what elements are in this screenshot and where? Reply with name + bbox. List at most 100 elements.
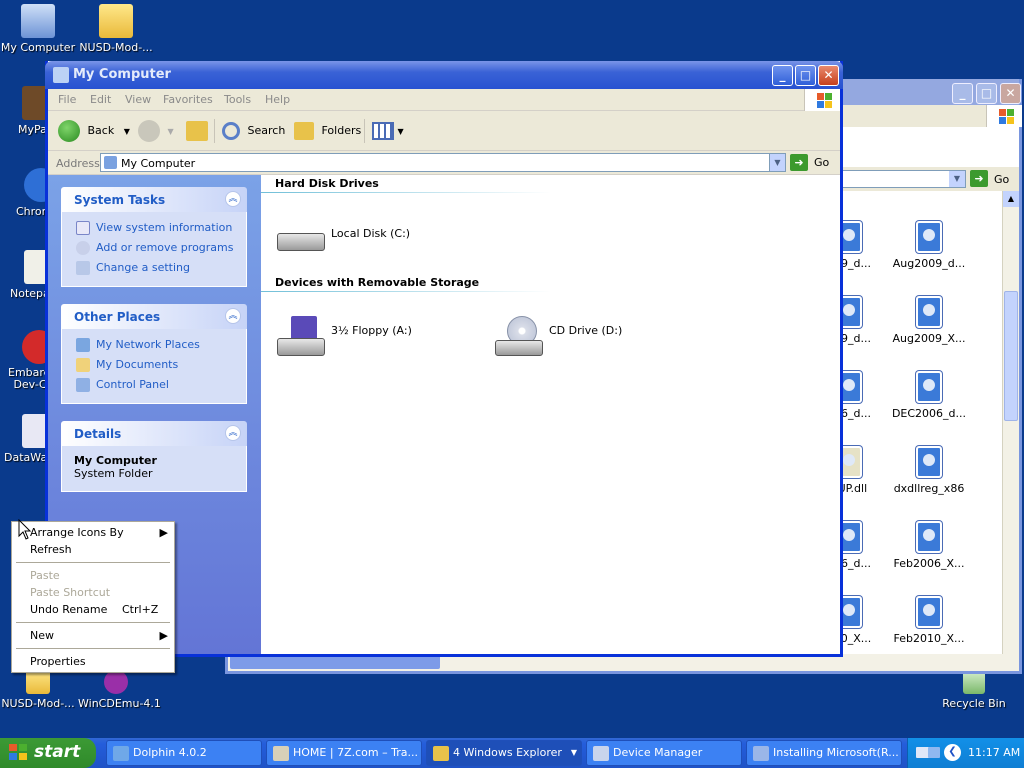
file-item[interactable]: Aug2009_X... bbox=[884, 296, 974, 345]
details-type: System Folder bbox=[74, 467, 153, 480]
up-folder-icon bbox=[186, 121, 208, 141]
minimize-button[interactable]: _ bbox=[772, 65, 793, 86]
menu-item-new[interactable]: New ▶ bbox=[12, 627, 174, 644]
taskbar-button-windows-explorer[interactable]: 4 Windows Explorer ▼ bbox=[426, 740, 582, 766]
menu-edit[interactable]: Edit bbox=[90, 93, 111, 106]
maximize-button[interactable]: □ bbox=[795, 65, 816, 86]
menu-tools[interactable]: Tools bbox=[224, 93, 251, 106]
menu-help[interactable]: Help bbox=[265, 93, 290, 106]
background-address-field[interactable]: ▼ bbox=[842, 170, 966, 188]
background-go-button[interactable]: ➜ Go bbox=[970, 170, 1014, 188]
background-close-button[interactable]: ✕ bbox=[1000, 83, 1021, 104]
desktop-icon-nusd-mod-1[interactable]: NUSD-Mod-... bbox=[78, 4, 154, 54]
menu-item-paste[interactable]: Paste bbox=[12, 567, 174, 584]
mouse-cursor-icon bbox=[18, 519, 32, 540]
taskbar-button-installing-microsoft[interactable]: Installing Microsoft(R... bbox=[746, 740, 902, 766]
submenu-arrow-icon: ▶ bbox=[159, 629, 168, 642]
collapse-chevron-icon[interactable]: ︽ bbox=[225, 425, 241, 441]
scroll-up-icon[interactable]: ▲ bbox=[1003, 191, 1019, 207]
back-arrow-icon bbox=[58, 120, 80, 142]
address-field[interactable]: My Computer ▼ bbox=[100, 153, 786, 172]
menubar: File Edit View Favorites Tools Help bbox=[48, 89, 840, 111]
file-item[interactable]: Feb2010_X... bbox=[884, 596, 974, 645]
floppy-drive-icon bbox=[277, 316, 327, 356]
drive-floppy-a[interactable]: 3½ Floppy (A:) bbox=[277, 308, 437, 356]
window-titlebar[interactable]: My Computer _ □ ✕ bbox=[45, 61, 843, 89]
my-documents-link[interactable]: My Documents bbox=[74, 357, 234, 377]
background-minimize-button[interactable]: _ bbox=[952, 83, 973, 104]
installer-icon bbox=[842, 221, 862, 253]
submenu-arrow-icon: ▶ bbox=[159, 526, 168, 539]
my-computer-icon bbox=[53, 67, 69, 83]
menu-item-arrange-icons-by[interactable]: Arrange Icons By ▶ bbox=[12, 524, 174, 541]
view-system-information-link[interactable]: View system information bbox=[74, 220, 234, 240]
taskbar-button-7z[interactable]: HOME | 7Z.com – Tra... bbox=[266, 740, 422, 766]
file-item[interactable]: DEC2006_d... bbox=[884, 371, 974, 420]
chevron-down-icon[interactable]: ▼ bbox=[124, 127, 130, 136]
up-folder-button[interactable] bbox=[186, 119, 208, 143]
chevron-down-icon[interactable]: ▼ bbox=[398, 127, 404, 136]
network-icon[interactable] bbox=[928, 747, 940, 758]
panel-header[interactable]: Details ︽ bbox=[61, 421, 247, 446]
file-item[interactable]: dxdllreg_x86 bbox=[884, 446, 974, 495]
background-maximize-button[interactable]: □ bbox=[976, 83, 997, 104]
chevron-down-icon[interactable]: ▼ bbox=[769, 154, 785, 171]
chevron-down-icon[interactable]: ▼ bbox=[571, 741, 577, 765]
menu-item-properties[interactable]: Properties bbox=[12, 653, 174, 670]
background-vertical-scrollbar[interactable]: ▲ bbox=[1002, 191, 1019, 671]
views-button[interactable]: ▼ bbox=[372, 119, 404, 143]
address-bar: Address My Computer ▼ ➜ Go bbox=[48, 151, 840, 175]
desktop-icon-my-computer[interactable]: My Computer bbox=[0, 4, 76, 54]
go-button[interactable]: ➜ Go bbox=[790, 153, 834, 172]
control-panel-link[interactable]: Control Panel bbox=[74, 377, 234, 397]
chevron-down-icon[interactable]: ▼ bbox=[949, 171, 965, 187]
menu-favorites[interactable]: Favorites bbox=[163, 93, 213, 106]
address-label: Address bbox=[56, 157, 100, 170]
folders-button[interactable]: Folders bbox=[294, 119, 361, 143]
windows-flag-icon bbox=[9, 744, 29, 762]
file-item[interactable]: Feb2006_X... bbox=[884, 521, 974, 570]
scroll-thumb[interactable] bbox=[1004, 291, 1018, 421]
my-network-places-link[interactable]: My Network Places bbox=[74, 337, 234, 357]
change-a-setting-link[interactable]: Change a setting bbox=[74, 260, 234, 280]
folder-icon bbox=[26, 670, 50, 694]
panel-header[interactable]: Other Places ︽ bbox=[61, 304, 247, 329]
file-item[interactable]: Aug2009_d... bbox=[884, 221, 974, 270]
drive-cd-d[interactable]: CD Drive (D:) bbox=[495, 308, 655, 356]
search-button[interactable]: Search bbox=[222, 119, 285, 143]
tray-chevron-icon[interactable]: ❮ bbox=[944, 744, 961, 761]
collapse-chevron-icon[interactable]: ︽ bbox=[225, 191, 241, 207]
installer-icon bbox=[916, 446, 942, 478]
taskbar: start Dolphin 4.0.2 HOME | 7Z.com – Tra.… bbox=[0, 738, 1024, 768]
other-places-panel: Other Places ︽ My Network Places My Docu… bbox=[61, 304, 247, 404]
device-manager-icon bbox=[593, 746, 609, 761]
installer-icon bbox=[842, 596, 862, 628]
dll-icon bbox=[842, 446, 862, 478]
panel-header[interactable]: System Tasks ︽ bbox=[61, 187, 247, 212]
menu-item-undo-rename[interactable]: Undo Rename Ctrl+Z bbox=[12, 601, 174, 618]
back-button[interactable]: Back ▼ bbox=[58, 119, 130, 143]
menu-item-paste-shortcut[interactable]: Paste Shortcut bbox=[12, 584, 174, 601]
menu-separator bbox=[16, 562, 170, 563]
chevron-down-icon[interactable]: ▼ bbox=[168, 127, 174, 136]
collapse-chevron-icon[interactable]: ︽ bbox=[225, 308, 241, 324]
forward-button[interactable]: ▼ bbox=[138, 119, 174, 143]
menu-item-refresh[interactable]: Refresh bbox=[12, 541, 174, 558]
clock[interactable]: 11:17 AM bbox=[968, 746, 1020, 759]
system-tray: ❮ 11:17 AM bbox=[907, 738, 1024, 768]
installer-icon bbox=[916, 296, 942, 328]
menu-view[interactable]: View bbox=[125, 93, 151, 106]
taskbar-button-device-manager[interactable]: Device Manager bbox=[586, 740, 742, 766]
taskbar-button-dolphin[interactable]: Dolphin 4.0.2 bbox=[106, 740, 262, 766]
menu-file[interactable]: File bbox=[58, 93, 76, 106]
start-button[interactable]: start bbox=[0, 738, 96, 768]
details-panel: Details ︽ My Computer System Folder bbox=[61, 421, 247, 492]
my-computer-icon bbox=[104, 156, 117, 169]
views-icon bbox=[372, 122, 394, 140]
browser-icon bbox=[273, 746, 289, 761]
details-name: My Computer bbox=[74, 454, 157, 467]
close-button[interactable]: ✕ bbox=[818, 65, 839, 86]
add-remove-programs-link[interactable]: Add or remove programs bbox=[74, 240, 234, 260]
drive-local-disk-c[interactable]: Local Disk (C:) bbox=[277, 211, 417, 259]
scroll-thumb[interactable] bbox=[230, 655, 440, 669]
